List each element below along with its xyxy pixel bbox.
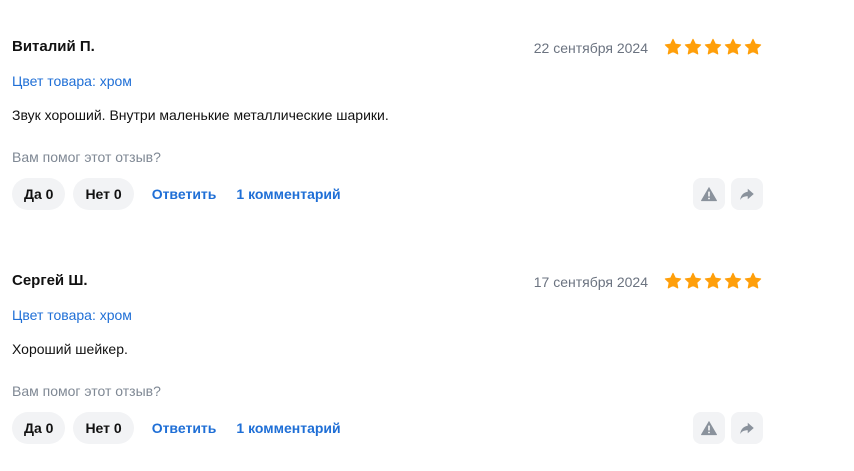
- rating-stars: [664, 272, 762, 290]
- warning-icon: [701, 420, 717, 436]
- star-icon: [724, 272, 742, 289]
- rating-stars: [664, 38, 762, 56]
- star-icon: [724, 38, 742, 55]
- review-date: 17 сентября 2024: [533, 274, 648, 290]
- share-arrow-icon: [740, 422, 754, 434]
- review-author: Сергей Ш.: [12, 272, 88, 289]
- reply-link[interactable]: Ответить: [152, 420, 217, 436]
- star-icon: [664, 38, 682, 55]
- share-button[interactable]: [731, 178, 763, 210]
- star-icon: [684, 272, 702, 289]
- report-button[interactable]: [693, 412, 725, 444]
- review-text: Звук хороший. Внутри маленькие металличе…: [12, 107, 389, 123]
- helpful-yes-button[interactable]: Да 0: [12, 178, 66, 210]
- review-actions: Да 0 Нет 0 Ответить 1 комментарий: [12, 412, 353, 444]
- share-arrow-icon: [740, 188, 754, 200]
- star-icon: [704, 272, 722, 289]
- product-variant: Цвет товара: хром: [12, 73, 132, 89]
- helpful-prompt: Вам помог этот отзыв?: [12, 383, 161, 399]
- product-variant: Цвет товара: хром: [12, 307, 132, 323]
- comments-link[interactable]: 1 комментарий: [236, 420, 340, 436]
- reviews-list: Виталий П. 22 сентября 2024 Цвет товара:…: [0, 0, 854, 471]
- review-text: Хороший шейкер.: [12, 341, 128, 357]
- review-card: Сергей Ш. 17 сентября 2024 Цвет товара: …: [0, 234, 770, 444]
- helpful-prompt: Вам помог этот отзыв?: [12, 149, 161, 165]
- helpful-no-button[interactable]: Нет 0: [73, 412, 134, 444]
- reply-link[interactable]: Ответить: [152, 186, 217, 202]
- helpful-yes-button[interactable]: Да 0: [12, 412, 66, 444]
- review-actions: Да 0 Нет 0 Ответить 1 комментарий: [12, 178, 353, 210]
- review-date: 22 сентября 2024: [533, 40, 648, 56]
- share-button[interactable]: [731, 412, 763, 444]
- report-button[interactable]: [693, 178, 725, 210]
- warning-icon: [701, 186, 717, 202]
- star-icon: [704, 38, 722, 55]
- helpful-no-button[interactable]: Нет 0: [73, 178, 134, 210]
- star-icon: [744, 272, 762, 289]
- review-author: Виталий П.: [12, 38, 95, 55]
- star-icon: [684, 38, 702, 55]
- star-icon: [744, 38, 762, 55]
- star-icon: [664, 272, 682, 289]
- review-card: Виталий П. 22 сентября 2024 Цвет товара:…: [0, 0, 770, 210]
- comments-link[interactable]: 1 комментарий: [236, 186, 340, 202]
